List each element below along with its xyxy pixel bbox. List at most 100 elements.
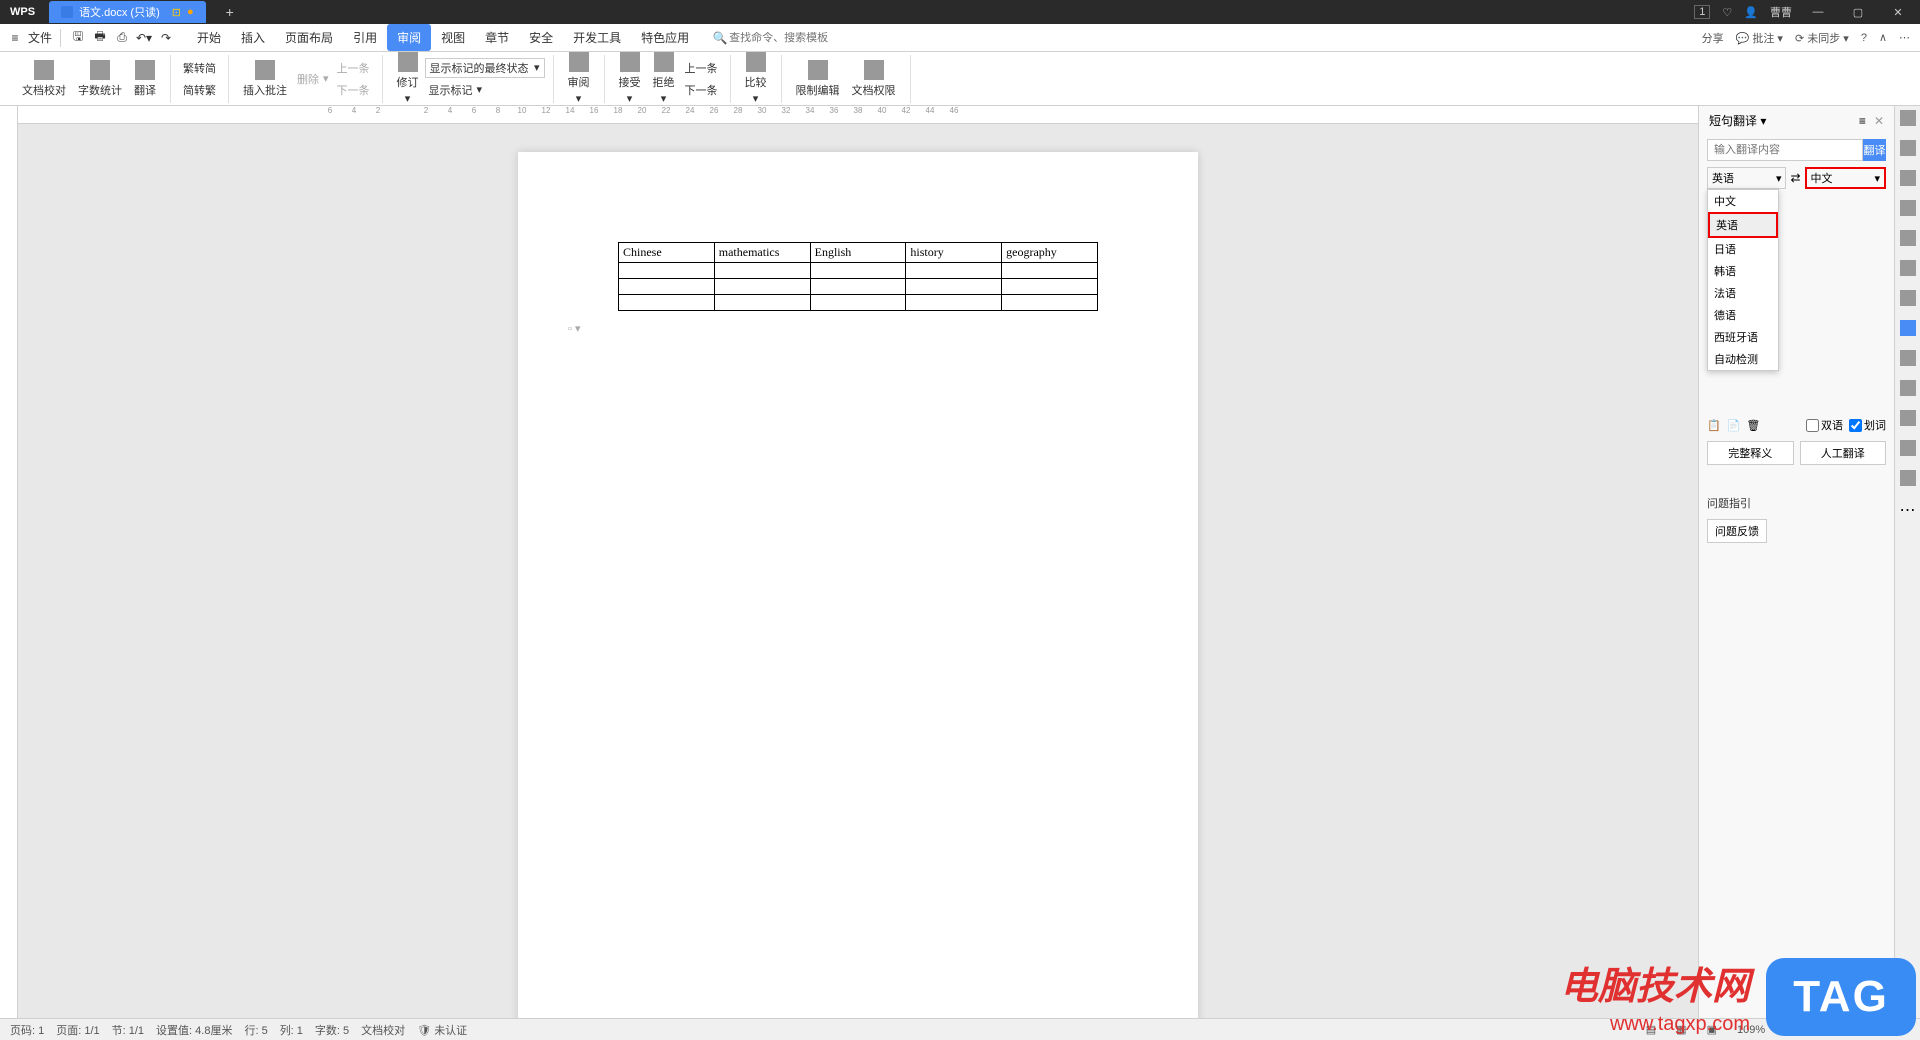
collapse-ribbon-icon[interactable]: ∧ xyxy=(1879,31,1887,44)
status-cert[interactable]: 🛡 未认证 xyxy=(417,1022,479,1038)
table-header-cell[interactable]: Chinese xyxy=(619,243,715,263)
layers-icon[interactable] xyxy=(1900,260,1916,276)
panel-menu-icon[interactable]: ≡ xyxy=(1859,114,1866,128)
feedback-button[interactable]: 问题反馈 xyxy=(1707,519,1767,543)
wordcount-button[interactable]: 字数统计 xyxy=(72,60,128,98)
menu-tab[interactable]: 开始 xyxy=(187,24,231,51)
insert-comment-button[interactable]: 插入批注 xyxy=(237,60,293,98)
prev-comment-button[interactable]: 上一条 xyxy=(333,58,374,78)
table-header-cell[interactable]: English xyxy=(810,243,906,263)
tab-pin-icon[interactable]: ⊡ xyxy=(172,6,181,19)
target-language-select[interactable]: 中文▾ xyxy=(1805,167,1886,189)
trad-to-simp-button[interactable]: 简转繁 xyxy=(179,80,220,100)
language-option[interactable]: 英语 xyxy=(1708,212,1778,238)
table-header-cell[interactable]: geography xyxy=(1002,243,1098,263)
undo-icon[interactable]: ↶▾ xyxy=(135,29,153,47)
review-button[interactable]: 审阅 ▾ xyxy=(562,52,596,105)
skin-icon[interactable]: ♡ xyxy=(1722,6,1732,19)
lock-icon[interactable] xyxy=(1900,200,1916,216)
revise-button[interactable]: 修订 ▾ xyxy=(391,52,425,105)
next-change-button[interactable]: 下一条 xyxy=(681,80,722,100)
accept-button[interactable]: 接受 ▾ xyxy=(613,52,647,105)
layout-icon[interactable] xyxy=(1900,350,1916,366)
menu-tab[interactable]: 审阅 xyxy=(387,24,431,51)
menu-tab[interactable]: 引用 xyxy=(343,24,387,51)
document-tab[interactable]: 语文.docx (只读) ⊡ ● xyxy=(49,1,206,23)
hamburger-icon[interactable]: ≡ xyxy=(6,29,24,47)
language-option[interactable]: 德语 xyxy=(1708,304,1778,326)
status-proofread[interactable]: 文档校对 xyxy=(361,1022,405,1038)
compare-button[interactable]: 比较 ▾ xyxy=(739,52,773,105)
clock-icon[interactable] xyxy=(1900,440,1916,456)
menu-tab[interactable]: 特色应用 xyxy=(631,24,699,51)
language-option[interactable]: 法语 xyxy=(1708,282,1778,304)
print-icon[interactable]: 🖶 xyxy=(91,29,109,47)
pencil-icon[interactable] xyxy=(1900,110,1916,126)
more-icon[interactable]: ⋯ xyxy=(1899,31,1910,44)
save-icon[interactable]: 🖫 xyxy=(69,29,87,47)
help-icon[interactable]: ? xyxy=(1861,32,1867,44)
file-menu[interactable]: 文件 xyxy=(28,29,52,46)
language-option[interactable]: 韩语 xyxy=(1708,260,1778,282)
paste-icon[interactable]: 📄 xyxy=(1727,419,1741,432)
grid-icon[interactable] xyxy=(1900,230,1916,246)
menu-tab[interactable]: 视图 xyxy=(431,24,475,51)
share-button[interactable]: 分享 xyxy=(1702,30,1724,46)
menu-tab[interactable]: 开发工具 xyxy=(563,24,631,51)
user-avatar-icon[interactable]: 👤 xyxy=(1744,6,1758,19)
simp-to-trad-button[interactable]: 繁转简 xyxy=(179,58,220,78)
image-icon[interactable] xyxy=(1900,380,1916,396)
table-header-cell[interactable]: mathematics xyxy=(714,243,810,263)
delete-icon[interactable]: 🗑 xyxy=(1746,419,1760,432)
refresh-icon[interactable] xyxy=(1900,170,1916,186)
language-option[interactable]: 自动检测 xyxy=(1708,348,1778,370)
more-sidebar-icon[interactable]: ⋯ xyxy=(1900,500,1916,516)
close-button[interactable]: ✕ xyxy=(1884,6,1912,19)
proofread-button[interactable]: 文档校对 xyxy=(16,60,72,98)
cursor-icon[interactable] xyxy=(1900,140,1916,156)
markup-display-select[interactable]: 显示标记的最终状态▾ xyxy=(425,58,545,78)
language-option[interactable]: 西班牙语 xyxy=(1708,326,1778,348)
next-comment-button[interactable]: 下一条 xyxy=(333,80,374,100)
swap-language-icon[interactable]: ⇄ xyxy=(1790,171,1800,185)
maximize-button[interactable]: ▢ xyxy=(1844,6,1872,19)
translate-sidebar-icon[interactable] xyxy=(1900,320,1916,336)
translate-submit-button[interactable]: 翻译 xyxy=(1863,139,1886,161)
translate-button[interactable]: 翻译 xyxy=(128,60,162,98)
sync-button[interactable]: ⟳ 未同步 ▾ xyxy=(1795,30,1849,46)
copy-icon[interactable]: 📋 xyxy=(1707,419,1721,432)
redo-icon[interactable]: ↷ xyxy=(157,29,175,47)
menu-tab[interactable]: 章节 xyxy=(475,24,519,51)
panel-close-button[interactable]: ✕ xyxy=(1874,114,1884,128)
prev-change-button[interactable]: 上一条 xyxy=(681,58,722,78)
translate-input[interactable] xyxy=(1707,139,1863,161)
delete-comment-button[interactable]: 删除 ▾ xyxy=(293,69,333,89)
minimize-button[interactable]: — xyxy=(1804,6,1832,18)
menu-tab[interactable]: 安全 xyxy=(519,24,563,51)
clipboard-icon[interactable] xyxy=(1900,290,1916,306)
full-definition-button[interactable]: 完整释义 xyxy=(1707,441,1794,465)
bilingual-checkbox[interactable]: 双语 xyxy=(1806,417,1843,433)
segment-checkbox[interactable]: 划词 xyxy=(1849,417,1886,433)
link-icon[interactable] xyxy=(1900,410,1916,426)
language-option[interactable]: 中文 xyxy=(1708,190,1778,212)
source-language-select[interactable]: 英语▾ 中文英语日语韩语法语德语西班牙语自动检测 xyxy=(1707,167,1786,189)
show-markup-button[interactable]: 显示标记 ▾ xyxy=(425,80,545,100)
menu-tab[interactable]: 页面布局 xyxy=(275,24,343,51)
preview-icon[interactable]: ⎙ xyxy=(113,29,131,47)
human-translate-button[interactable]: 人工翻译 xyxy=(1800,441,1887,465)
add-tab-button[interactable]: + xyxy=(218,4,242,20)
search-input[interactable] xyxy=(729,32,839,44)
language-option[interactable]: 日语 xyxy=(1708,238,1778,260)
document-table[interactable]: ChinesemathematicsEnglishhistorygeograph… xyxy=(618,242,1098,311)
table-header-cell[interactable]: history xyxy=(906,243,1002,263)
restrict-edit-button[interactable]: 限制编辑 xyxy=(790,60,846,98)
reject-button[interactable]: 拒绝 ▾ xyxy=(647,52,681,105)
horizontal-ruler[interactable]: 6422468101214161820222426283032343638404… xyxy=(18,106,1698,124)
help-sidebar-icon[interactable] xyxy=(1900,470,1916,486)
menu-tab[interactable]: 插入 xyxy=(231,24,275,51)
comment-button[interactable]: 💬 批注 ▾ xyxy=(1736,30,1783,46)
document-page[interactable]: ChinesemathematicsEnglishhistorygeograph… xyxy=(518,152,1198,1018)
doc-permission-button[interactable]: 文档权限 xyxy=(846,60,902,98)
notification-badge[interactable]: 1 xyxy=(1694,5,1710,19)
